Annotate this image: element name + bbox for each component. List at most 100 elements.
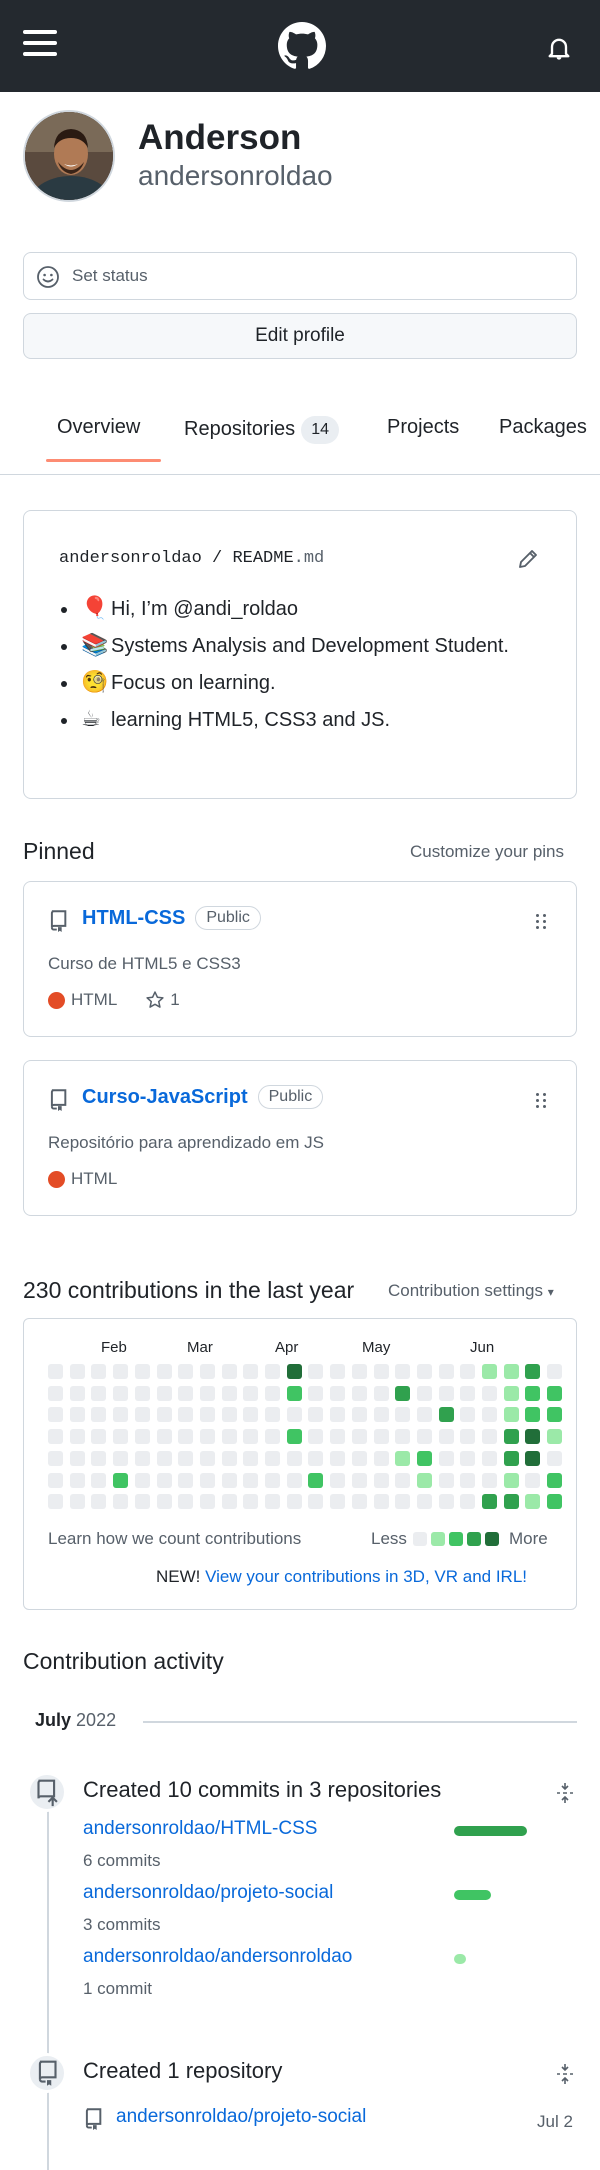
contribution-day-cell[interactable] — [308, 1450, 324, 1466]
readme-owner[interactable]: andersonroldao — [59, 549, 202, 568]
contribution-day-cell[interactable] — [330, 1494, 346, 1510]
contribution-day-cell[interactable] — [48, 1429, 63, 1445]
contribution-day-cell[interactable] — [69, 1429, 85, 1445]
contribution-day-cell[interactable] — [503, 1429, 519, 1445]
contribution-day-cell[interactable] — [503, 1472, 519, 1488]
bell-icon[interactable] — [545, 34, 573, 62]
contribution-day-cell[interactable] — [286, 1494, 302, 1510]
contribution-day-cell[interactable] — [438, 1407, 454, 1423]
contribution-day-cell[interactable] — [308, 1429, 324, 1445]
contribution-day-cell[interactable] — [460, 1364, 476, 1379]
contribution-day-cell[interactable] — [395, 1407, 411, 1423]
contribution-day-cell[interactable] — [243, 1364, 259, 1379]
set-status-button[interactable]: Set status — [23, 252, 577, 300]
contribution-day-cell[interactable] — [525, 1364, 541, 1379]
contribution-day-cell[interactable] — [178, 1385, 194, 1401]
contribution-day-cell[interactable] — [265, 1385, 280, 1401]
contribution-day-cell[interactable] — [525, 1407, 541, 1423]
contribution-day-cell[interactable] — [178, 1364, 194, 1379]
contribution-day-cell[interactable] — [482, 1429, 497, 1445]
contribution-day-cell[interactable] — [243, 1429, 259, 1445]
collapse-icon[interactable] — [555, 2063, 575, 2085]
contribution-day-cell[interactable] — [438, 1472, 454, 1488]
tab-overview[interactable]: Overview — [57, 416, 140, 439]
contribution-day-cell[interactable] — [308, 1407, 324, 1423]
contribution-day-cell[interactable] — [503, 1450, 519, 1466]
contribution-day-cell[interactable] — [503, 1494, 519, 1510]
tab-packages[interactable]: Packages — [499, 416, 587, 439]
commits-activity-title[interactable]: Created 10 commits in 3 repositories — [83, 1777, 441, 1803]
contribution-day-cell[interactable] — [351, 1407, 367, 1423]
contribution-day-cell[interactable] — [373, 1450, 389, 1466]
contribution-day-cell[interactable] — [373, 1494, 389, 1510]
contribution-day-cell[interactable] — [113, 1364, 129, 1379]
tab-repositories[interactable]: Repositories 14 — [184, 416, 340, 444]
contribution-day-cell[interactable] — [199, 1407, 215, 1423]
contribution-day-cell[interactable] — [134, 1385, 150, 1401]
contribution-day-cell[interactable] — [69, 1472, 85, 1488]
contribution-day-cell[interactable] — [330, 1385, 346, 1401]
contribution-day-cell[interactable] — [395, 1494, 411, 1510]
contribution-day-cell[interactable] — [221, 1450, 237, 1466]
contribution-day-cell[interactable] — [482, 1364, 497, 1379]
view-3d-link[interactable]: View your contributions in 3D, VR and IR… — [205, 1567, 527, 1586]
contribution-day-cell[interactable] — [156, 1407, 172, 1423]
contribution-day-cell[interactable] — [156, 1450, 172, 1466]
contribution-day-cell[interactable] — [113, 1407, 129, 1423]
contribution-day-cell[interactable] — [221, 1407, 237, 1423]
contribution-day-cell[interactable] — [482, 1472, 497, 1488]
star-icon[interactable] — [145, 990, 165, 1010]
contribution-day-cell[interactable] — [482, 1407, 497, 1423]
learn-contributions-link[interactable]: Learn how we count contributions — [48, 1529, 301, 1549]
contribution-day-cell[interactable] — [438, 1364, 454, 1379]
contribution-day-cell[interactable] — [243, 1472, 259, 1488]
contribution-day-cell[interactable] — [286, 1429, 302, 1445]
contribution-day-cell[interactable] — [178, 1450, 194, 1466]
contribution-day-cell[interactable] — [547, 1407, 563, 1423]
contribution-day-cell[interactable] — [330, 1472, 346, 1488]
contribution-day-cell[interactable] — [113, 1450, 129, 1466]
contribution-day-cell[interactable] — [416, 1429, 432, 1445]
contribution-day-cell[interactable] — [373, 1407, 389, 1423]
contribution-day-cell[interactable] — [438, 1494, 454, 1510]
github-mark-icon[interactable] — [278, 22, 326, 70]
contribution-day-cell[interactable] — [48, 1450, 63, 1466]
contribution-day-cell[interactable] — [265, 1494, 280, 1510]
contribution-day-cell[interactable] — [416, 1494, 432, 1510]
contribution-day-cell[interactable] — [69, 1385, 85, 1401]
contribution-day-cell[interactable] — [91, 1385, 107, 1401]
contribution-day-cell[interactable] — [373, 1385, 389, 1401]
contribution-day-cell[interactable] — [199, 1385, 215, 1401]
contribution-day-cell[interactable] — [91, 1450, 107, 1466]
contribution-day-cell[interactable] — [243, 1494, 259, 1510]
contribution-day-cell[interactable] — [395, 1450, 411, 1466]
hamburger-icon[interactable] — [23, 30, 57, 60]
contribution-day-cell[interactable] — [547, 1494, 563, 1510]
contribution-day-cell[interactable] — [134, 1429, 150, 1445]
contribution-day-cell[interactable] — [395, 1429, 411, 1445]
readme-filename[interactable]: README — [232, 549, 293, 568]
contribution-day-cell[interactable] — [395, 1364, 411, 1379]
contribution-day-cell[interactable] — [48, 1494, 63, 1510]
contribution-day-cell[interactable] — [113, 1472, 129, 1488]
contribution-day-cell[interactable] — [416, 1385, 432, 1401]
contribution-day-cell[interactable] — [91, 1407, 107, 1423]
contribution-day-cell[interactable] — [156, 1429, 172, 1445]
contribution-day-cell[interactable] — [265, 1364, 280, 1379]
contribution-day-cell[interactable] — [113, 1494, 129, 1510]
contribution-day-cell[interactable] — [286, 1472, 302, 1488]
created-repo-link[interactable]: andersonroldao/projeto-social — [116, 2106, 366, 2128]
contribution-day-cell[interactable] — [547, 1385, 563, 1401]
contribution-day-cell[interactable] — [178, 1429, 194, 1445]
contribution-day-cell[interactable] — [416, 1407, 432, 1423]
contribution-day-cell[interactable] — [134, 1472, 150, 1488]
contribution-day-cell[interactable] — [482, 1385, 497, 1401]
contribution-day-cell[interactable] — [113, 1429, 129, 1445]
pencil-icon[interactable] — [516, 547, 540, 571]
contribution-day-cell[interactable] — [286, 1450, 302, 1466]
contribution-day-cell[interactable] — [547, 1429, 563, 1445]
contribution-day-cell[interactable] — [243, 1407, 259, 1423]
contribution-day-cell[interactable] — [134, 1494, 150, 1510]
contribution-day-cell[interactable] — [308, 1472, 324, 1488]
drag-handle-icon[interactable] — [534, 1091, 548, 1111]
